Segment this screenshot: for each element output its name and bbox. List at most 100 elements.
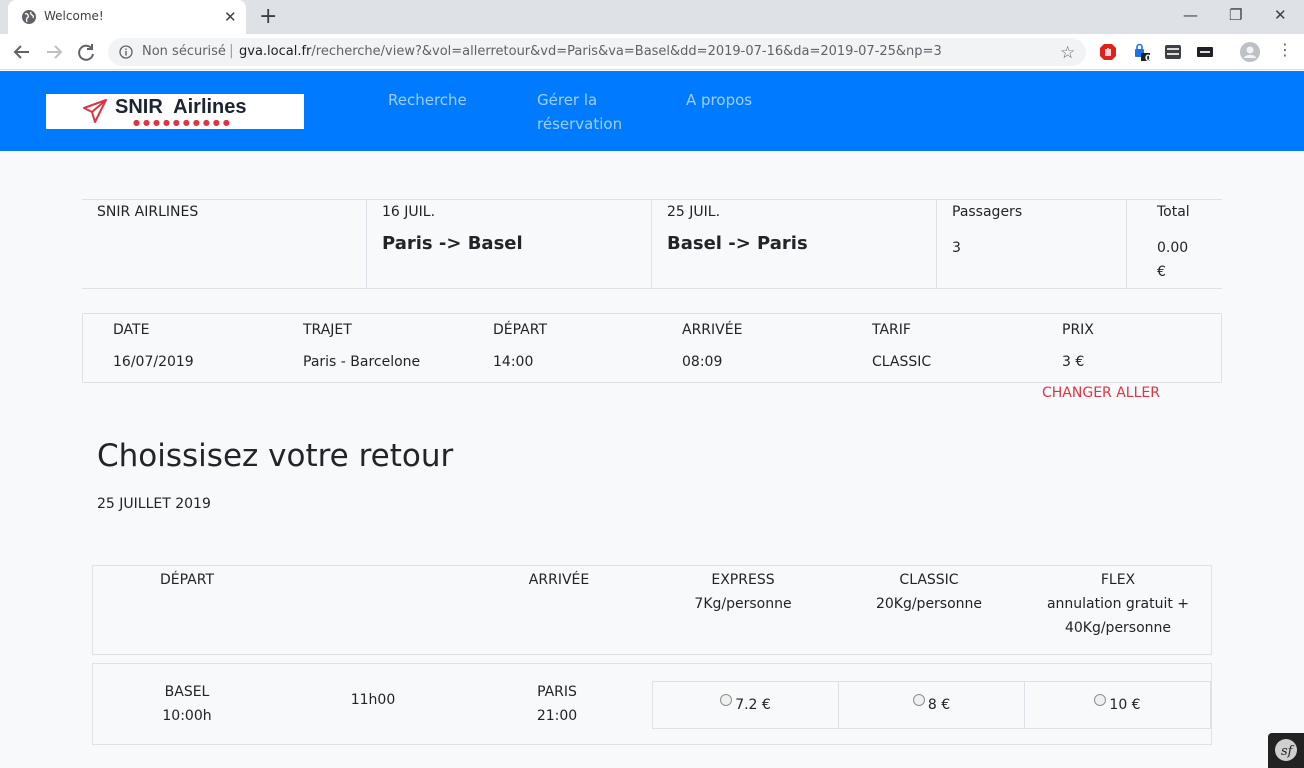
site-navbar: SNIR Airlines ●●●●●●●●●● Recherche Gérer… (0, 71, 1304, 151)
outbound-flight-details: DATE 16/07/2019 TRAJET Paris - Barcelone… (82, 313, 1222, 383)
tab-title: Welcome! (44, 9, 104, 23)
outbound-price-header: PRIX (1062, 322, 1094, 338)
flex-label: FLEX (1100, 572, 1136, 588)
outbound-date-header: DATE (113, 322, 150, 338)
summary-passengers-cell: Passagers 3 (937, 200, 1127, 288)
flight-departure: BASEL 10:00h (137, 680, 237, 728)
return-header-flex: FLEX annulation gratuit + 40Kg/personne (1025, 568, 1211, 640)
express-desc: 7Kg/personne (694, 596, 792, 612)
paper-plane-icon (83, 99, 107, 123)
nav-manage-line1: Gérer la (537, 91, 598, 109)
info-icon[interactable] (119, 45, 133, 59)
browser-toolbar: Non sécurisé | gva.local.fr/recherche/vi… (0, 34, 1304, 70)
classic-label: CLASSIC (899, 572, 959, 588)
fare-option-classic[interactable]: 8 € (838, 681, 1025, 729)
change-outbound-link[interactable]: CHANGER ALLER (1042, 385, 1160, 401)
outbound-fare-col: TARIF CLASSIC (872, 322, 931, 370)
outbound-date-col: DATE 16/07/2019 (113, 322, 194, 370)
browser-menu-icon[interactable]: ⋮ (1277, 41, 1293, 59)
reload-icon[interactable] (75, 41, 97, 63)
summary-return-date: 25 JUIL. (667, 204, 721, 220)
flight-arr-city: PARIS (537, 684, 577, 700)
symfony-toolbar-toggle[interactable]: sf (1268, 733, 1304, 768)
summary-total-cell: Total 0.00 € (1127, 200, 1222, 288)
flex-price: 10 € (1109, 697, 1141, 713)
outbound-arrival-col: ARRIVÉE 08:09 (682, 322, 742, 370)
outbound-date-value: 16/07/2019 (113, 354, 194, 370)
classic-desc: 20Kg/personne (875, 596, 983, 612)
nav-link-search[interactable]: Recherche (388, 88, 467, 112)
express-radio[interactable] (720, 694, 733, 706)
summary-passengers-label: Passagers (952, 204, 1023, 220)
return-header-arrival: ARRIVÉE (528, 572, 590, 588)
address-bar[interactable]: Non sécurisé | gva.local.fr/recherche/vi… (108, 38, 1086, 66)
minimize-icon[interactable]: — (1183, 6, 1198, 24)
express-price: 7.2 € (735, 697, 771, 713)
outbound-fare-value: CLASSIC (872, 354, 932, 370)
summary-company: SNIR AIRLINES (97, 204, 199, 220)
tab-close-icon[interactable]: ✕ (224, 8, 237, 26)
flex-radio[interactable] (1094, 694, 1107, 706)
restore-icon[interactable]: ❐ (1229, 6, 1242, 24)
express-label: EXPRESS (711, 572, 775, 588)
outbound-route-col: TRAJET Paris - Barcelone (303, 322, 420, 370)
outbound-price-col: PRIX 3 € (1062, 322, 1094, 370)
return-flight-row: BASEL 10:00h 11h00 PARIS 21:00 7.2 € 8 €… (92, 663, 1212, 745)
brand-name: SNIR Airlines (115, 96, 247, 118)
not-secure-label: Non sécurisé (142, 44, 226, 59)
classic-radio[interactable] (912, 694, 925, 706)
summary-total-currency: € (1157, 264, 1166, 280)
summary-outbound-date: 16 JUIL. (382, 204, 436, 220)
new-tab-icon[interactable]: + (259, 4, 277, 30)
outbound-departure-header: DÉPART (493, 322, 548, 338)
adblock-icon[interactable] (1099, 43, 1117, 61)
summary-outbound-cell: 16 JUIL. Paris -> Basel (367, 200, 652, 288)
return-section-date: 25 JUILLET 2019 (97, 496, 211, 512)
summary-return-cell: 25 JUIL. Basel -> Paris (652, 200, 937, 288)
flight-dep-city: BASEL (164, 684, 210, 700)
globe-icon (22, 10, 36, 24)
nav-link-about[interactable]: A propos (686, 88, 752, 112)
extension-terminal-icon[interactable] (1196, 43, 1214, 61)
forward-icon[interactable] (43, 41, 65, 63)
brand-logo[interactable]: SNIR Airlines ●●●●●●●●●● (46, 94, 304, 129)
extension-badge: 0 (1145, 54, 1152, 64)
outbound-route-header: TRAJET (303, 322, 352, 338)
url-host: gva.local.fr (239, 44, 312, 59)
nav-link-manage-booking[interactable]: Gérer la réservation (537, 88, 622, 136)
url-text[interactable]: gva.local.fr/recherche/view?&vol=allerre… (239, 44, 942, 59)
outbound-price-value: 3 € (1062, 354, 1085, 370)
outbound-departure-col: DÉPART 14:00 (493, 322, 547, 370)
fare-option-flex[interactable]: 10 € (1024, 681, 1211, 729)
url-separator: | (229, 43, 234, 59)
flight-duration: 11h00 (350, 692, 396, 708)
outbound-arrival-value: 08:09 (682, 354, 723, 370)
browser-tab[interactable]: Welcome! ✕ (8, 0, 246, 34)
flight-arrival: PARIS 21:00 (507, 680, 607, 728)
bookmark-star-icon[interactable]: ☆ (1060, 43, 1075, 63)
browser-tabstrip: Welcome! ✕ + — ❐ ✕ (0, 0, 1304, 34)
window-close-icon[interactable]: ✕ (1274, 6, 1287, 24)
summary-total-amount: 0.00 (1157, 240, 1189, 256)
summary-passengers-value: 3 (952, 240, 961, 256)
outbound-arrival-header: ARRIVÉE (682, 322, 743, 338)
summary-total-value: 0.00 € (1157, 236, 1188, 284)
brand-dots-decoration: ●●●●●●●●●● (133, 118, 233, 127)
summary-total-label: Total (1157, 204, 1190, 220)
booking-summary: SNIR AIRLINES 16 JUIL. Paris -> Basel 25… (82, 199, 1222, 289)
return-header-classic: CLASSIC 20Kg/personne (839, 568, 1019, 616)
return-table-header: DÉPART ARRIVÉE EXPRESS 7Kg/personne CLAS… (92, 565, 1212, 655)
nav-manage-line2: réservation (537, 115, 623, 133)
back-icon[interactable] (11, 41, 33, 63)
flight-dep-time: 10:00h (162, 708, 212, 724)
profile-avatar-icon[interactable] (1240, 42, 1260, 62)
extension-box-icon[interactable] (1164, 43, 1182, 61)
symfony-logo-icon: sf (1275, 739, 1297, 761)
classic-price: 8 € (927, 697, 951, 713)
summary-company-cell: SNIR AIRLINES (82, 200, 367, 288)
url-path: /recherche/view?&vol=allerretour&vd=Pari… (311, 44, 942, 59)
fare-option-express[interactable]: 7.2 € (652, 681, 839, 729)
flight-arr-time: 21:00 (536, 708, 578, 724)
outbound-fare-header: TARIF (872, 322, 911, 338)
return-section-title: Choissisez votre retour (97, 438, 454, 474)
